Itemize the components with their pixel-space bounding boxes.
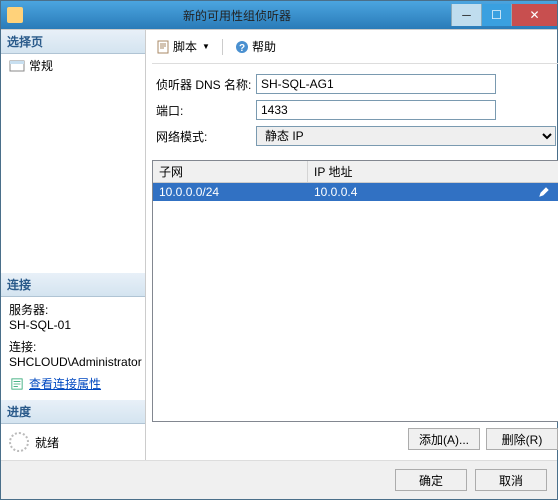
close-button[interactable]: ✕ bbox=[511, 4, 557, 26]
dns-input[interactable] bbox=[256, 74, 496, 94]
spinner-icon bbox=[9, 432, 29, 452]
col-subnet: 子网 bbox=[153, 161, 308, 182]
help-icon: ? bbox=[235, 40, 249, 54]
properties-icon bbox=[9, 378, 25, 390]
grid-actions: 添加(A)... 删除(R) bbox=[152, 422, 558, 456]
minimize-button[interactable]: ─ bbox=[451, 4, 481, 26]
chevron-down-icon: ▼ bbox=[202, 42, 210, 51]
conn-label: 连接: bbox=[9, 338, 137, 355]
dialog-body: 选择页 常规 连接 服务器: SH-SQL-01 连接: SHCLOUD\Adm… bbox=[1, 29, 557, 460]
edit-icon[interactable] bbox=[535, 186, 553, 198]
nav-general[interactable]: 常规 bbox=[1, 54, 145, 77]
script-button[interactable]: 脚本 ▼ bbox=[152, 36, 214, 57]
netmode-select[interactable]: 静态 IP bbox=[256, 126, 556, 146]
server-value: SH-SQL-01 bbox=[9, 318, 137, 332]
nav-general-label: 常规 bbox=[29, 57, 53, 74]
ip-grid: 子网 IP 地址 10.0.0.0/24 10.0.0.4 bbox=[152, 160, 558, 422]
window-title: 新的可用性组侦听器 bbox=[23, 7, 451, 24]
help-button[interactable]: ? 帮助 bbox=[231, 36, 280, 57]
dns-label: 侦听器 DNS 名称: bbox=[156, 76, 256, 93]
titlebar: 新的可用性组侦听器 ─ ☐ ✕ bbox=[1, 1, 557, 29]
grid-body: 10.0.0.0/24 10.0.0.4 bbox=[153, 183, 558, 421]
right-pane: 脚本 ▼ ? 帮助 侦听器 DNS 名称: 端口: bbox=[146, 30, 558, 460]
col-ip: IP 地址 bbox=[308, 161, 558, 182]
page-icon bbox=[9, 60, 25, 72]
cell-subnet: 10.0.0.0/24 bbox=[153, 183, 308, 201]
maximize-button[interactable]: ☐ bbox=[481, 4, 511, 26]
svg-text:?: ? bbox=[239, 43, 245, 54]
view-connection-link[interactable]: 查看连接属性 bbox=[9, 375, 137, 392]
toolbar: 脚本 ▼ ? 帮助 bbox=[152, 34, 558, 64]
port-label: 端口: bbox=[156, 102, 256, 119]
help-label: 帮助 bbox=[252, 38, 276, 55]
dialog-window: 新的可用性组侦听器 ─ ☐ ✕ 选择页 常规 连接 服务器: SH-SQL-01… bbox=[0, 0, 558, 500]
ok-button[interactable]: 确定 bbox=[395, 469, 467, 491]
app-icon bbox=[7, 7, 23, 23]
script-label: 脚本 bbox=[173, 38, 197, 55]
server-label: 服务器: bbox=[9, 301, 137, 318]
progress-header: 进度 bbox=[1, 400, 145, 424]
connection-header: 连接 bbox=[1, 273, 145, 297]
footer: 确定 取消 bbox=[1, 460, 557, 499]
remove-button[interactable]: 删除(R) bbox=[486, 428, 558, 450]
progress-block: 就绪 bbox=[1, 424, 145, 460]
table-row[interactable]: 10.0.0.0/24 10.0.0.4 bbox=[153, 183, 558, 201]
view-connection-label: 查看连接属性 bbox=[29, 375, 101, 392]
window-buttons: ─ ☐ ✕ bbox=[451, 4, 557, 26]
ready-label: 就绪 bbox=[35, 434, 59, 451]
grid-header: 子网 IP 地址 bbox=[153, 161, 558, 183]
select-page-header: 选择页 bbox=[1, 30, 145, 54]
separator bbox=[222, 39, 223, 55]
netmode-label: 网络模式: bbox=[156, 128, 256, 145]
form: 侦听器 DNS 名称: 端口: 网络模式: 静态 IP bbox=[152, 64, 558, 158]
connection-block: 服务器: SH-SQL-01 连接: SHCLOUD\Administrator… bbox=[1, 297, 145, 400]
cancel-button[interactable]: 取消 bbox=[475, 469, 547, 491]
cell-ip: 10.0.0.4 bbox=[314, 185, 357, 199]
conn-value: SHCLOUD\Administrator bbox=[9, 355, 137, 369]
add-button[interactable]: 添加(A)... bbox=[408, 428, 480, 450]
script-icon bbox=[156, 40, 170, 54]
port-input[interactable] bbox=[256, 100, 496, 120]
left-pane: 选择页 常规 连接 服务器: SH-SQL-01 连接: SHCLOUD\Adm… bbox=[1, 30, 146, 460]
